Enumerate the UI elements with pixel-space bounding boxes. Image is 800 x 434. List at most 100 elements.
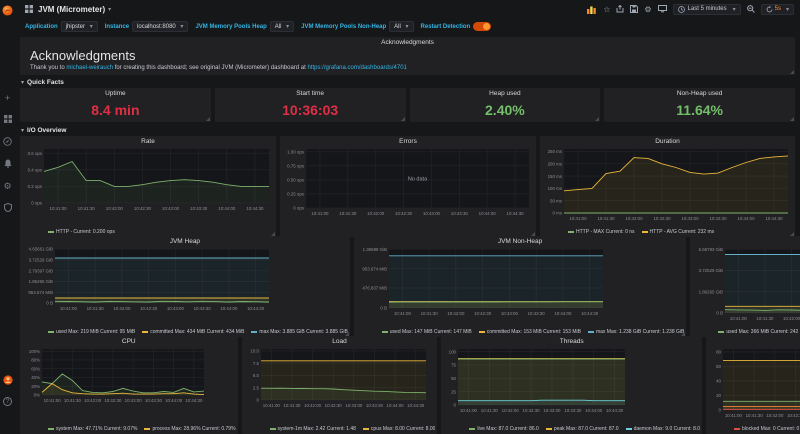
errors-chart[interactable]: 10:41:0010:41:3010:42:0010:42:3010:43:00… bbox=[282, 146, 534, 227]
acknowledgments-heading: Acknowledgments bbox=[20, 47, 795, 65]
load-chart[interactable]: 10:41:0010:41:3010:42:0010:42:3010:43:00… bbox=[244, 346, 436, 424]
svg-text:1.86265 GiB: 1.86265 GiB bbox=[29, 279, 53, 284]
panel-title[interactable]: Heap used bbox=[410, 88, 601, 98]
legend-item[interactable]: HTTP - AVG Current: 232 ms bbox=[642, 229, 715, 235]
legend-item[interactable]: cpus Max: 8.00 Current: 8.00 bbox=[363, 426, 435, 432]
legend-item[interactable]: daemon Max: 9.0 Current: 8.0 bbox=[626, 426, 700, 432]
legend-item[interactable]: used Max: 366 MiB Current: 242 MiB bbox=[718, 329, 800, 335]
add-panel-icon[interactable] bbox=[587, 5, 597, 14]
title-caret-icon[interactable]: ▾ bbox=[108, 6, 111, 13]
panel-title[interactable]: Acknowledgments bbox=[20, 37, 795, 47]
svg-text:0.50 ops: 0.50 ops bbox=[287, 178, 305, 183]
legend-item[interactable]: committed Max: 434 MiB Current: 434 MiB bbox=[142, 329, 244, 335]
thread-states-legend: blocked Max: 0 Current: 0new Max: 0 Curr… bbox=[708, 424, 800, 433]
row-io-overview[interactable]: ▾ I/O Overview bbox=[21, 126, 795, 134]
legend-item[interactable]: process Max: 28.96% Current: 0.79% bbox=[144, 426, 235, 432]
alerting-bell-icon[interactable] bbox=[4, 159, 12, 169]
legend-item[interactable]: used Max: 147 MiB Current: 147 MiB bbox=[382, 329, 472, 335]
pools-heap-select[interactable]: All ▾ bbox=[270, 21, 294, 32]
panel-title[interactable]: Rate bbox=[22, 136, 274, 146]
legend-item[interactable]: system Max: 47.71% Current: 9.07% bbox=[48, 426, 137, 432]
pools-nonheap-select[interactable]: All ▾ bbox=[389, 21, 413, 32]
settings-gear-icon[interactable]: ⚙ bbox=[644, 5, 651, 14]
svg-text:10:42:30: 10:42:30 bbox=[104, 398, 122, 403]
refresh-picker[interactable]: 5s ▾ bbox=[761, 4, 794, 15]
time-range-picker[interactable]: Last 5 minutes ▾ bbox=[673, 4, 741, 15]
svg-text:10:42:00: 10:42:00 bbox=[625, 216, 643, 221]
svg-text:0.75 ops: 0.75 ops bbox=[287, 164, 305, 169]
panel-uptime: Uptime 8.4 min bbox=[20, 88, 211, 122]
dashboard-url-link[interactable]: https://grafana.com/dashboards/4701 bbox=[307, 65, 406, 71]
legend-item[interactable]: system-1m Max: 2.42 Current: 1.48 bbox=[270, 426, 356, 432]
panel-title[interactable]: Threads bbox=[443, 336, 700, 346]
panel-title[interactable]: Load bbox=[244, 336, 436, 346]
svg-text:10:42:00: 10:42:00 bbox=[447, 311, 465, 316]
row-quick-facts[interactable]: ▾ Quick Facts bbox=[21, 78, 795, 86]
legend-item[interactable]: live Max: 87.0 Current: 86.0 bbox=[469, 426, 538, 432]
cycle-view-monitor-icon[interactable] bbox=[658, 5, 667, 13]
jvm-total-chart[interactable]: 10:41:0010:41:3010:42:0010:42:3010:43:00… bbox=[692, 246, 800, 327]
svg-text:No data: No data bbox=[408, 177, 428, 183]
restart-detection-toggle[interactable] bbox=[473, 22, 491, 31]
svg-text:10:44:30: 10:44:30 bbox=[581, 311, 599, 316]
grafana-logo-icon[interactable] bbox=[2, 3, 13, 21]
dashboard-title[interactable]: JVM (Micrometer) bbox=[38, 5, 105, 14]
explore-compass-icon[interactable] bbox=[3, 137, 12, 147]
legend-item[interactable]: HTTP - MAX Current: 0 ns bbox=[568, 229, 635, 235]
panel-title[interactable]: Non-Heap used bbox=[604, 88, 795, 98]
dashboards-icon[interactable] bbox=[4, 115, 12, 125]
duration-chart[interactable]: 10:41:0010:41:3010:42:0010:42:3010:43:00… bbox=[542, 146, 793, 227]
svg-text:40: 40 bbox=[716, 379, 721, 384]
panel-title[interactable]: Duration bbox=[542, 136, 793, 146]
panel-title[interactable]: Uptime bbox=[20, 88, 211, 98]
nonheap-used-value: 11.64% bbox=[604, 98, 795, 122]
panel-title[interactable]: Errors bbox=[282, 136, 534, 146]
panel-title[interactable]: JVM Heap bbox=[22, 236, 348, 246]
cpu-chart[interactable]: 10:41:0010:41:3010:42:0010:42:3010:43:00… bbox=[22, 346, 236, 424]
user-avatar[interactable] bbox=[3, 372, 13, 390]
legend-item[interactable]: blocked Max: 0 Current: 0 bbox=[734, 426, 799, 432]
variable-jvm-memory-pools-nonheap: JVM Memory Pools Non-Heap All ▾ bbox=[301, 21, 413, 32]
server-admin-shield-icon[interactable] bbox=[4, 203, 12, 213]
panel-title[interactable]: CPU bbox=[22, 336, 236, 346]
svg-text:100%: 100% bbox=[29, 349, 40, 354]
svg-text:10:44:30: 10:44:30 bbox=[247, 306, 265, 311]
author-link[interactable]: michael-weirauch bbox=[66, 65, 113, 71]
svg-text:10:42:30: 10:42:30 bbox=[134, 206, 152, 211]
legend-item[interactable]: HTTP - Current: 0.200 ops bbox=[48, 229, 115, 235]
save-icon[interactable] bbox=[630, 5, 638, 13]
threads-chart[interactable]: 10:41:0010:41:3010:42:0010:42:3010:43:00… bbox=[443, 346, 700, 424]
legend-item[interactable]: max Max: 3.885 GiB Current: 3.885 GiB bbox=[251, 329, 347, 335]
rate-chart[interactable]: 10:41:0010:41:3010:42:0010:42:3010:43:00… bbox=[22, 146, 274, 227]
legend-item[interactable]: max Max: 1.238 GiB Current: 1.238 GiB bbox=[588, 329, 684, 335]
share-icon[interactable] bbox=[616, 5, 624, 13]
legend-item[interactable]: peak Max: 87.0 Current: 87.0 bbox=[546, 426, 619, 432]
panel-acknowledgments: Acknowledgments Acknowledgments Thank yo… bbox=[20, 37, 795, 75]
legend-item[interactable]: committed Max: 153 MiB Current: 153 MiB bbox=[479, 329, 581, 335]
jvm-heap-chart[interactable]: 10:41:0010:41:3010:42:0010:42:3010:43:00… bbox=[22, 246, 348, 327]
help-icon[interactable]: ? bbox=[3, 397, 12, 406]
legend-item[interactable]: used Max: 219 MiB Current: 95 MiB bbox=[48, 329, 135, 335]
application-select[interactable]: jhipster ▾ bbox=[61, 21, 98, 32]
zoom-out-icon[interactable] bbox=[747, 5, 755, 13]
svg-text:80: 80 bbox=[716, 350, 721, 355]
panel-title[interactable]: Start time bbox=[215, 88, 406, 98]
panel-title[interactable]: JVM Non-Heap bbox=[356, 236, 685, 246]
panel-title[interactable]: JVM Total bbox=[692, 236, 800, 246]
panel-title[interactable]: Thread States bbox=[708, 336, 800, 346]
svg-text:10:41:00: 10:41:00 bbox=[311, 211, 329, 216]
svg-text:4.65661 GiB: 4.65661 GiB bbox=[29, 247, 53, 252]
panel-nonheap-used: Non-Heap used 11.64% bbox=[604, 88, 795, 122]
instance-select[interactable]: localhost:8080 ▾ bbox=[132, 21, 188, 32]
create-plus-icon[interactable]: + bbox=[5, 93, 10, 103]
variable-instance: Instance localhost:8080 ▾ bbox=[105, 21, 189, 32]
favorite-star-icon[interactable]: ☆ bbox=[603, 5, 610, 14]
jvm-nonheap-chart[interactable]: 10:41:0010:41:3010:42:0010:42:3010:43:00… bbox=[356, 246, 685, 327]
thread-states-chart[interactable]: 10:41:0010:41:3010:42:0010:42:3010:43:00… bbox=[708, 346, 800, 424]
panel-thread-states: Thread States 10:41:0010:41:3010:42:0010… bbox=[706, 336, 800, 434]
svg-text:1.86265 GiB: 1.86265 GiB bbox=[699, 289, 723, 294]
svg-text:0%: 0% bbox=[34, 393, 40, 398]
svg-text:10:42:30: 10:42:30 bbox=[140, 306, 158, 311]
pools-nonheap-label: JVM Memory Pools Non-Heap bbox=[301, 24, 386, 30]
configuration-gear-icon[interactable]: ⚙ bbox=[3, 181, 11, 191]
